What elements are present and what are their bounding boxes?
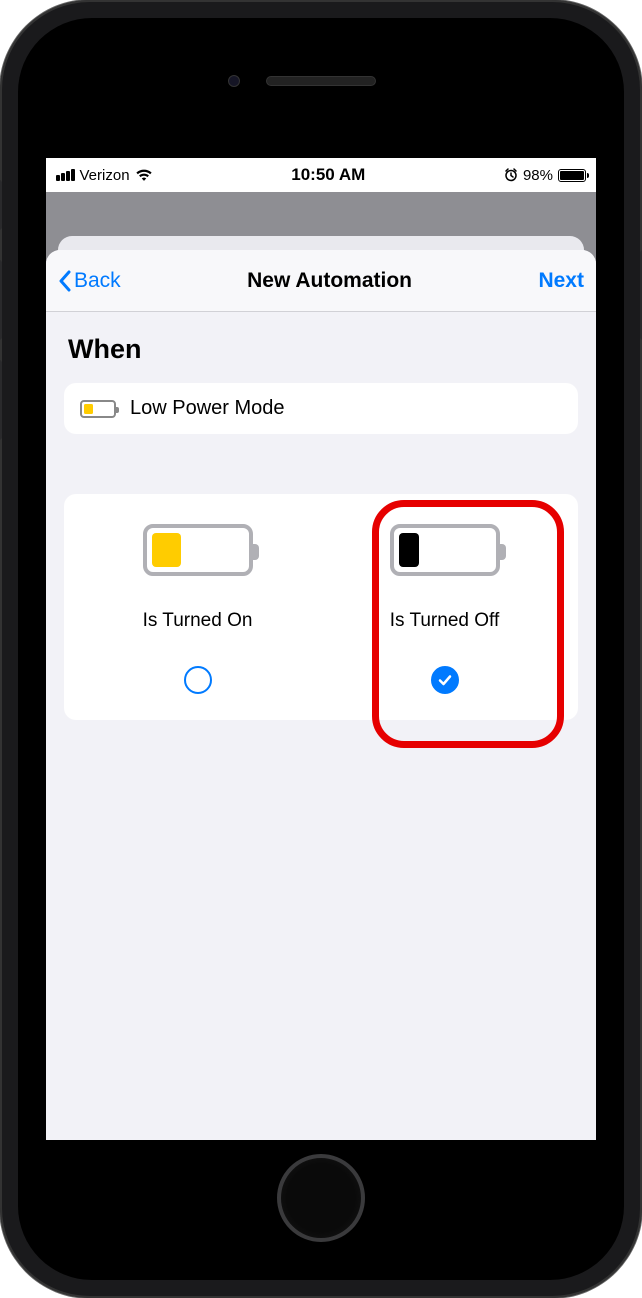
radio-checked bbox=[431, 666, 459, 694]
modal-sheet: Back New Automation Next When bbox=[46, 250, 596, 1140]
trigger-row: Low Power Mode bbox=[80, 397, 562, 420]
content-area: When Low Power Mode bbox=[46, 312, 596, 1140]
alarm-icon bbox=[504, 168, 518, 182]
wifi-icon bbox=[135, 168, 153, 182]
status-bar-left: Verizon bbox=[56, 167, 153, 184]
carrier-label: Verizon bbox=[80, 167, 130, 184]
battery-fill bbox=[399, 533, 419, 567]
options-card: Is Turned On Is Turned Off bbox=[64, 494, 578, 720]
earpiece-speaker bbox=[266, 76, 376, 86]
volume-up-button bbox=[0, 260, 2, 340]
back-label: Back bbox=[74, 269, 121, 293]
modal-backdrop: Back New Automation Next When bbox=[46, 192, 596, 1140]
status-bar: Verizon 10:50 AM 98% bbox=[46, 158, 596, 192]
front-camera bbox=[228, 75, 240, 87]
battery-off-icon bbox=[390, 524, 500, 576]
navigation-bar: Back New Automation Next bbox=[46, 250, 596, 312]
battery-on-icon bbox=[143, 524, 253, 576]
radio-unchecked bbox=[184, 666, 212, 694]
checkmark-icon bbox=[437, 672, 453, 688]
page-title: New Automation bbox=[247, 269, 412, 293]
option-is-turned-off[interactable]: Is Turned Off bbox=[321, 524, 568, 694]
mute-switch bbox=[0, 180, 2, 230]
back-button[interactable]: Back bbox=[58, 269, 121, 293]
screen: Verizon 10:50 AM 98% bbox=[46, 158, 596, 1140]
volume-down-button bbox=[0, 360, 2, 440]
battery-fill bbox=[560, 171, 584, 180]
next-button[interactable]: Next bbox=[538, 269, 584, 293]
status-bar-right: 98% bbox=[504, 167, 586, 184]
trigger-card: Low Power Mode bbox=[64, 383, 578, 434]
cellular-signal-icon bbox=[56, 169, 75, 181]
option-is-turned-on[interactable]: Is Turned On bbox=[74, 524, 321, 694]
low-power-mode-icon bbox=[80, 400, 116, 418]
option-on-label: Is Turned On bbox=[143, 610, 253, 632]
chevron-left-icon bbox=[58, 270, 72, 292]
device-bezel: Verizon 10:50 AM 98% bbox=[18, 18, 624, 1280]
status-bar-time: 10:50 AM bbox=[291, 165, 365, 185]
trigger-label: Low Power Mode bbox=[130, 397, 285, 420]
section-heading: When bbox=[64, 334, 578, 365]
option-off-label: Is Turned Off bbox=[390, 610, 499, 632]
battery-fill bbox=[152, 533, 181, 567]
battery-percentage: 98% bbox=[523, 167, 553, 184]
iphone-device-frame: Verizon 10:50 AM 98% bbox=[0, 0, 642, 1298]
home-button bbox=[277, 1154, 365, 1242]
battery-fill bbox=[84, 404, 93, 414]
battery-icon bbox=[558, 169, 586, 182]
